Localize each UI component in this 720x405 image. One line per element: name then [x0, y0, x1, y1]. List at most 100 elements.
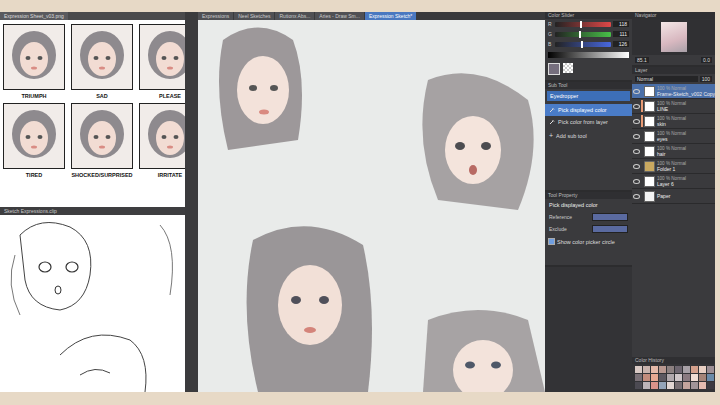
- property-control[interactable]: [592, 213, 628, 221]
- reference-tab[interactable]: Expression Sheet_v03.png: [0, 12, 68, 20]
- color-swatch[interactable]: [651, 366, 658, 373]
- canvas-tab[interactable]: Rutionx Abs...: [275, 12, 314, 20]
- color-swatch[interactable]: [643, 374, 650, 381]
- slider-value[interactable]: 118: [613, 21, 629, 27]
- color-swatch[interactable]: [683, 374, 690, 381]
- eye-icon[interactable]: [633, 149, 640, 154]
- layer-row[interactable]: 100 % Normalskin: [632, 114, 715, 129]
- panel-title: Sub Tool: [545, 82, 632, 89]
- expression-label: SHOCKED/SURPRISED: [71, 169, 132, 180]
- color-swatch[interactable]: [675, 374, 682, 381]
- face-picture-icon: [6, 108, 62, 164]
- tool-panels: Color SliderR118G111B126Sub ToolEyedropp…: [545, 12, 632, 392]
- color-swatch[interactable]: [699, 382, 706, 389]
- color-swatch[interactable]: [635, 382, 642, 389]
- empty-panel: [545, 267, 632, 392]
- layer-name: LINE: [657, 106, 686, 112]
- checkbox-icon[interactable]: [548, 238, 555, 245]
- expression-label: PLEASE: [159, 90, 181, 101]
- layer-row[interactable]: 100 % NormalLINE: [632, 99, 715, 114]
- color-swatch[interactable]: [707, 366, 714, 373]
- face-picture-icon: [74, 108, 130, 164]
- color-swatch[interactable]: [699, 374, 706, 381]
- color-swatch[interactable]: [643, 366, 650, 373]
- show-circle-checkbox[interactable]: Show color picker circle: [545, 235, 632, 248]
- add-sub-tool-button[interactable]: +Add sub tool: [545, 128, 632, 143]
- color-swatch[interactable]: [651, 374, 658, 381]
- layer-row[interactable]: Paper: [632, 189, 715, 204]
- slider-marker[interactable]: [579, 31, 581, 38]
- layer-row[interactable]: 100 % Normaleyes: [632, 129, 715, 144]
- opacity-field[interactable]: 100: [700, 76, 712, 82]
- eye-icon[interactable]: [633, 179, 640, 184]
- eye-icon[interactable]: [633, 119, 640, 124]
- canvas-tab[interactable]: Expression Sketch*: [365, 12, 416, 20]
- expression-label: SAD: [96, 90, 108, 101]
- eye-icon[interactable]: [633, 104, 640, 109]
- main-color-swatch[interactable]: [548, 63, 560, 75]
- color-swatch[interactable]: [659, 366, 666, 373]
- color-swatch[interactable]: [651, 382, 658, 389]
- color-swatch[interactable]: [675, 366, 682, 373]
- slider-track[interactable]: [555, 22, 611, 27]
- canvas-tab[interactable]: Expressions: [198, 12, 233, 20]
- slider-track[interactable]: [555, 42, 611, 47]
- color-swatch[interactable]: [691, 374, 698, 381]
- eye-icon[interactable]: [633, 89, 640, 94]
- sub-tool-item[interactable]: Pick color from layer: [545, 116, 632, 128]
- swatch-grid: [632, 364, 715, 392]
- layer-row[interactable]: 100 % NormalFrame-Sketch_v002 Copy: [632, 84, 715, 99]
- drawing-canvas[interactable]: [198, 20, 545, 392]
- color-swatch[interactable]: [659, 374, 666, 381]
- canvas-tab[interactable]: Aries - Draw Sm...: [315, 12, 364, 20]
- layer-row[interactable]: 100 % NormalLayer 6: [632, 174, 715, 189]
- color-swatch[interactable]: [643, 382, 650, 389]
- navigator-thumbnail[interactable]: [632, 19, 715, 55]
- color-swatch[interactable]: [667, 382, 674, 389]
- zoom-value[interactable]: 85.1: [635, 57, 649, 63]
- slider-track[interactable]: [555, 32, 611, 37]
- color-swatch[interactable]: [683, 366, 690, 373]
- eye-icon[interactable]: [633, 134, 640, 139]
- layer-row[interactable]: 100 % Normalhair: [632, 144, 715, 159]
- color-swatch[interactable]: [667, 374, 674, 381]
- sub-tool-group[interactable]: Eyedropper: [547, 91, 630, 101]
- sketch-canvas[interactable]: [0, 215, 185, 392]
- blend-mode-select[interactable]: Normal: [635, 76, 698, 82]
- eye-icon[interactable]: [633, 194, 640, 199]
- layer-color-tag: [641, 190, 643, 202]
- color-swatch[interactable]: [707, 382, 714, 389]
- color-swatch[interactable]: [691, 382, 698, 389]
- color-swatch[interactable]: [675, 382, 682, 389]
- color-slider[interactable]: B 126: [545, 39, 632, 49]
- angle-value[interactable]: 0.0: [701, 57, 712, 63]
- property-label: Reference: [549, 214, 572, 220]
- slider-value[interactable]: 111: [613, 31, 629, 37]
- canvas-tab[interactable]: Neel Sketches: [234, 12, 274, 20]
- color-swatch[interactable]: [667, 366, 674, 373]
- layer-column: Navigator85.10.0LayerNormal100100 % Norm…: [632, 12, 715, 392]
- transparent-swatch[interactable]: [563, 63, 573, 73]
- color-slider[interactable]: G111: [545, 29, 632, 39]
- color-swatch[interactable]: [699, 366, 706, 373]
- eye-icon[interactable]: [633, 164, 640, 169]
- slider-marker[interactable]: [580, 21, 582, 28]
- layer-color-tag: [641, 145, 643, 157]
- color-swatch[interactable]: [683, 382, 690, 389]
- color-swatch[interactable]: [659, 382, 666, 389]
- face-picture-icon: [142, 108, 185, 164]
- layer-thumbnail: [644, 116, 655, 127]
- color-swatch[interactable]: [691, 366, 698, 373]
- slider-marker[interactable]: [581, 41, 583, 48]
- gray-ramp[interactable]: [548, 52, 629, 58]
- sub-tool-item[interactable]: Pick displayed color: [545, 104, 632, 116]
- color-swatch[interactable]: [635, 374, 642, 381]
- color-slider[interactable]: R118: [545, 19, 632, 29]
- color-swatch[interactable]: [635, 366, 642, 373]
- color-swatch[interactable]: [707, 374, 714, 381]
- layer-row[interactable]: 100 % NormalFolder 1: [632, 159, 715, 174]
- slider-value[interactable]: 126: [613, 41, 629, 47]
- panel-title: Layer: [632, 67, 715, 74]
- property-control[interactable]: [592, 225, 628, 233]
- slider-channel: B: [548, 41, 553, 47]
